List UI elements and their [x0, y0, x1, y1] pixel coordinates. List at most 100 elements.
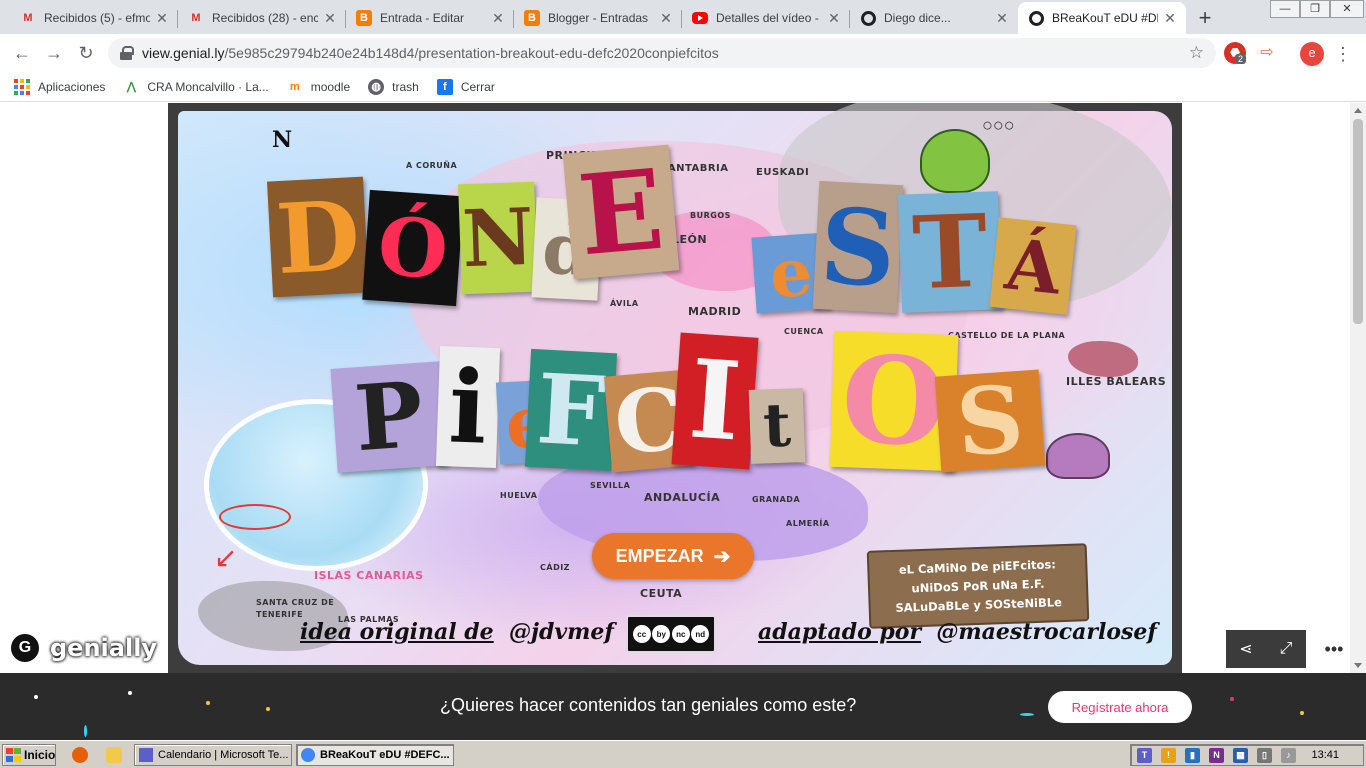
sparkle-decoration: [266, 707, 270, 711]
firefox-icon[interactable]: [72, 747, 88, 763]
taskbar-clock: 13:41: [1311, 749, 1339, 761]
close-icon[interactable]: ✕: [826, 10, 842, 26]
slide-controls: ⋖ ⤢ •••: [1226, 630, 1360, 668]
tab-title: Recibidos (28) - encarna: [212, 11, 318, 25]
volume-tray-icon[interactable]: ♪: [1281, 747, 1296, 763]
bookmark-label: moodle: [310, 79, 351, 94]
start-button[interactable]: Inicio: [2, 744, 56, 766]
lock-icon[interactable]: [120, 46, 134, 60]
close-icon[interactable]: ✕: [490, 10, 506, 26]
profile-avatar[interactable]: e: [1300, 42, 1324, 66]
credit-original: idea original de @jdvmef: [300, 619, 614, 645]
tab-gmail-efmoncal[interactable]: M Recibidos (5) - efmoncal ✕: [10, 2, 178, 34]
bookmark-label: trash: [392, 79, 419, 94]
facebook-icon: f: [436, 78, 453, 95]
app-tray-icon[interactable]: ▦: [1233, 747, 1248, 763]
address-bar[interactable]: view.genial.ly /5e985c29794b240e24b148d4…: [108, 38, 1216, 68]
teams-tray-icon[interactable]: T: [1137, 747, 1152, 763]
genially-logo[interactable]: G genially: [8, 631, 157, 665]
cast-extension-icon[interactable]: ⇨: [1256, 42, 1278, 64]
bookmark-cra-moncalvillo[interactable]: ⋀ CRA Moncalvillo · La...: [123, 79, 269, 95]
gmail-icon: M: [23, 12, 33, 24]
network-tray-icon[interactable]: ▮: [1185, 747, 1200, 763]
tab-youtube-video[interactable]: Detalles del vídeo - YouTube ✕: [682, 2, 850, 34]
tab-title: Recibidos (5) - efmoncal: [44, 11, 150, 25]
system-tray: T ! ▮ N ▦ ▯ ♪ 13:41: [1130, 744, 1364, 766]
forward-button[interactable]: →: [40, 39, 68, 67]
bookmark-label: Cerrar: [460, 79, 495, 94]
sparkle-decoration: [1020, 713, 1034, 716]
tab-diego-dice[interactable]: Diego dice... ✕: [850, 2, 1018, 34]
title-letter: Ó: [362, 189, 464, 307]
scroll-thumb[interactable]: [1353, 119, 1363, 324]
folder-icon[interactable]: [106, 747, 122, 763]
moodle-icon: m: [289, 80, 300, 93]
start-label: Inicio: [24, 748, 56, 762]
blogger-icon: B: [524, 10, 540, 26]
promo-text: ¿Quieres hacer contenidos tan geniales c…: [440, 695, 857, 715]
bookmarks-bar: Aplicaciones ⋀ CRA Moncalvillo · La... m…: [0, 72, 1366, 102]
battery-tray-icon[interactable]: ▯: [1257, 747, 1272, 763]
share-icon[interactable]: ⋖: [1226, 630, 1266, 668]
windows-logo-icon: [6, 748, 21, 762]
reload-button[interactable]: ↻: [72, 39, 100, 67]
arrow-right-icon: ➔: [713, 545, 731, 568]
tab-breakout-edu[interactable]: BReaKouT eDU #DEFC2020 ✕: [1018, 2, 1186, 34]
title-letter: D: [267, 176, 369, 298]
genially-g-icon: G: [8, 631, 42, 665]
empezar-label: EMPEZAR: [615, 545, 704, 566]
security-tray-icon[interactable]: !: [1161, 747, 1176, 763]
new-tab-button[interactable]: +: [1192, 5, 1218, 31]
taskbar-item-calendario[interactable]: Calendario | Microsoft Te...: [134, 744, 292, 766]
tab-blogger-entradas[interactable]: B Blogger - Entradas ✕: [514, 2, 682, 34]
credit-original-handle: @jdvmef: [509, 619, 614, 645]
tab-gmail-encarna[interactable]: M Recibidos (28) - encarna ✕: [178, 2, 346, 34]
genially-wordmark: genially: [50, 634, 158, 662]
onenote-tray-icon[interactable]: N: [1209, 747, 1224, 763]
tab-title: Entrada - Editar: [380, 11, 465, 25]
close-icon[interactable]: ✕: [1162, 10, 1178, 26]
sparkle-decoration: [206, 701, 210, 705]
bookmark-aplicaciones[interactable]: Aplicaciones: [14, 78, 105, 95]
close-icon[interactable]: ✕: [994, 10, 1010, 26]
bookmark-cerrar[interactable]: f Cerrar: [436, 78, 495, 95]
minimize-window-button[interactable]: —: [1270, 0, 1300, 18]
close-icon[interactable]: ✕: [322, 10, 338, 26]
page-viewport: A CORUÑA PRINCIPADO CANTABRIA EUSKADI BU…: [0, 103, 1366, 740]
close-window-button[interactable]: ✕: [1330, 0, 1364, 18]
bookmark-star-icon[interactable]: ☆: [1189, 43, 1204, 63]
scroll-down-arrow-icon[interactable]: [1354, 663, 1362, 668]
title-letter: t: [748, 388, 806, 464]
url-path: /5e985c29794b240e24b148d4/presentation-b…: [224, 45, 719, 61]
taskbar-item-breakout[interactable]: BReaKouT eDU #DEFC...: [296, 744, 454, 766]
register-button[interactable]: Regístrate ahora: [1048, 691, 1192, 723]
presentation-slide[interactable]: A CORUÑA PRINCIPADO CANTABRIA EUSKADI BU…: [168, 103, 1182, 673]
scroll-up-arrow-icon[interactable]: [1354, 108, 1362, 113]
tab-entrada-editar[interactable]: B Entrada - Editar ✕: [346, 2, 514, 34]
gmail-icon: M: [191, 12, 201, 24]
fullscreen-icon[interactable]: ⤢: [1266, 630, 1306, 668]
close-icon[interactable]: ✕: [154, 10, 170, 26]
tab-title: Blogger - Entradas: [548, 11, 649, 25]
page-scrollbar[interactable]: [1350, 103, 1366, 673]
close-icon[interactable]: ✕: [658, 10, 674, 26]
nd-icon: nd: [691, 625, 710, 643]
bookmark-trash[interactable]: ◍ trash: [368, 78, 419, 95]
title-letter: F: [524, 348, 618, 472]
browser-toolbar: ← → ↻ view.genial.ly /5e985c29794b240e24…: [0, 34, 1366, 72]
title-letter: i: [435, 345, 501, 469]
sparkle-decoration: [34, 695, 38, 699]
sparkle-decoration: [84, 725, 87, 737]
browser-menu-icon[interactable]: ⋮: [1333, 42, 1353, 66]
bookmark-moodle[interactable]: m moodle: [287, 79, 350, 95]
slogan-sign: eL CaMiNo De piEFcitos: uNiDoS PoR uNa E…: [866, 543, 1090, 629]
empezar-button[interactable]: EMPEZAR ➔: [592, 533, 754, 579]
back-button[interactable]: ←: [8, 39, 36, 67]
restore-window-button[interactable]: ❐: [1300, 0, 1330, 18]
blogger-icon: B: [356, 10, 372, 26]
globe-icon: ◍: [368, 78, 385, 95]
credit-original-label: idea original de: [300, 619, 494, 645]
youtube-icon: [692, 10, 708, 26]
creative-commons-badge: cc by nc nd: [626, 615, 716, 653]
title-letter: S: [934, 365, 1046, 477]
